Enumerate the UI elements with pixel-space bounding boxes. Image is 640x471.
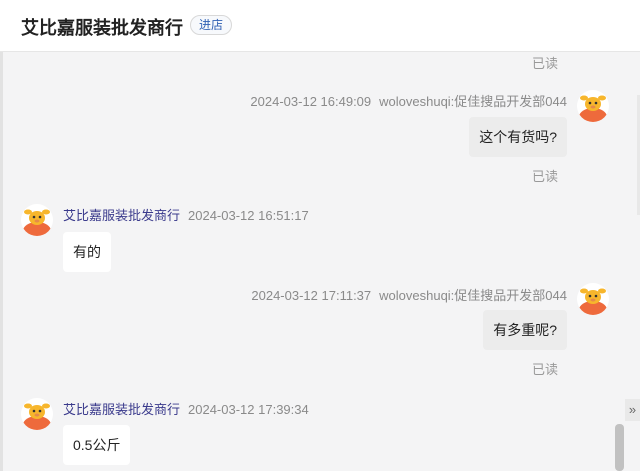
message-bubble[interactable]: 有多重呢?: [483, 310, 567, 350]
chat-header: 艾比嘉服装批发商行 进店: [0, 0, 640, 52]
mascot-avatar-icon: [21, 204, 53, 236]
message-meta: 艾比嘉服装批发商行 2024-03-12 16:51:17: [63, 205, 309, 224]
message-time: 2024-03-12 17:39:34: [188, 402, 309, 417]
expand-panel-button[interactable]: »: [625, 399, 640, 421]
read-receipt: 已读: [532, 169, 559, 184]
message-time: 2024-03-12 17:11:37: [251, 288, 372, 303]
user-avatar[interactable]: [577, 283, 609, 315]
scrollbar-thumb[interactable]: [615, 424, 624, 471]
message-bubble[interactable]: 有的: [63, 232, 111, 272]
user-avatar[interactable]: [577, 90, 609, 122]
message-meta: 艾比嘉服装批发商行 2024-03-12 17:39:34: [63, 399, 309, 418]
enter-shop-button[interactable]: 进店: [190, 15, 232, 35]
mascot-avatar-icon: [21, 398, 53, 430]
message-list[interactable]: 已读 2024-03-12 16:49:09 woloveshuqi:促佳搜品开发…: [3, 52, 624, 471]
message-time: 2024-03-12 16:49:09: [250, 94, 372, 109]
mascot-avatar-icon: [577, 283, 609, 315]
sender-name: woloveshuqi:促佳搜品开发部044: [379, 288, 567, 303]
message-bubble[interactable]: 0.5公斤: [63, 425, 131, 465]
read-receipt: 已读: [532, 362, 559, 377]
message-time: 2024-03-12 16:51:17: [188, 208, 309, 223]
shop-avatar[interactable]: [21, 398, 53, 430]
message-meta: 2024-03-12 16:49:09 woloveshuqi:促佳搜品开发部04…: [250, 91, 567, 110]
message-bubble[interactable]: 这个有货吗?: [469, 117, 567, 157]
mascot-avatar-icon: [577, 90, 609, 122]
message-meta: 2024-03-12 17:11:37 woloveshuqi:促佳搜品开发部04…: [251, 285, 567, 304]
read-receipt: 已读: [532, 56, 559, 71]
shop-avatar[interactable]: [21, 204, 53, 236]
sender-name[interactable]: 艾比嘉服装批发商行: [63, 208, 180, 223]
sender-name: woloveshuqi:促佳搜品开发部044: [379, 94, 567, 109]
sender-name[interactable]: 艾比嘉服装批发商行: [63, 402, 180, 417]
shop-name[interactable]: 艾比嘉服装批发商行: [21, 14, 183, 40]
